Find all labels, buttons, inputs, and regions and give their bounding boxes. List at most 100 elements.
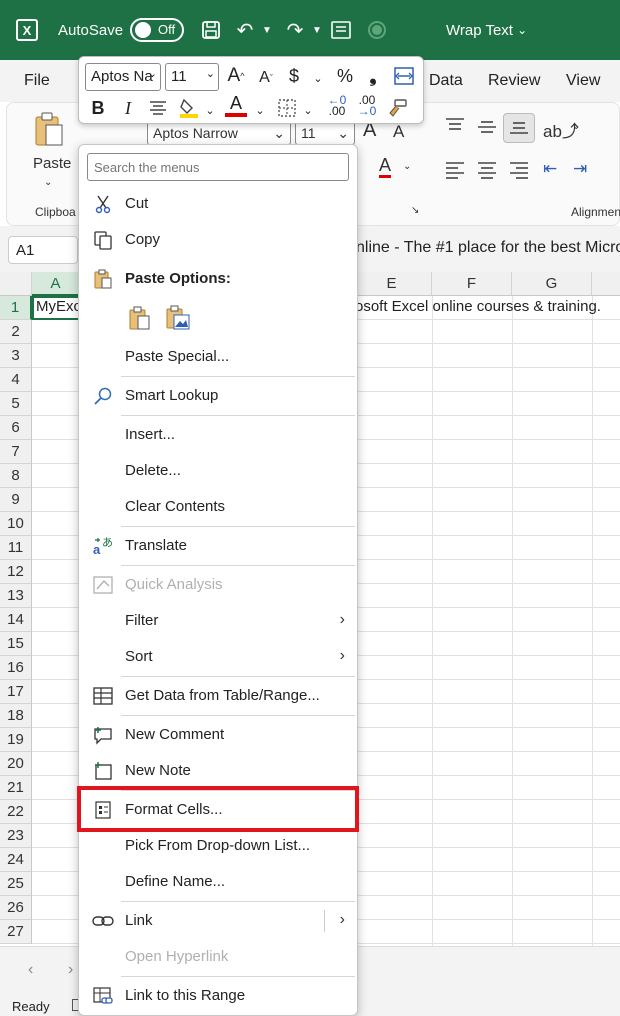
- row-header[interactable]: 13: [0, 584, 32, 608]
- redo-icon[interactable]: ↷: [282, 0, 308, 60]
- redo-chevron-down-icon[interactable]: ▼: [312, 0, 322, 60]
- row-header[interactable]: 25: [0, 872, 32, 896]
- row-header[interactable]: 22: [0, 800, 32, 824]
- decrease-font-size-icon[interactable]: Aˇ: [255, 65, 277, 91]
- mini-font-name-dropdown[interactable]: Aptos Na ⌄: [85, 63, 161, 91]
- row-header[interactable]: 4: [0, 368, 32, 392]
- menu-item-copy[interactable]: Copy: [79, 223, 357, 257]
- paste-chevron-down-icon[interactable]: ⌄: [44, 177, 52, 188]
- bold-icon[interactable]: B: [89, 95, 107, 121]
- scroll-left-icon[interactable]: ‹: [28, 961, 33, 979]
- tab-data[interactable]: Data: [429, 72, 463, 90]
- ribbon-font-size-dropdown[interactable]: 11 ⌄: [295, 121, 355, 145]
- percent-icon[interactable]: %: [333, 63, 357, 89]
- row-header[interactable]: 27: [0, 920, 32, 944]
- row-header[interactable]: 1: [0, 296, 32, 320]
- middle-align-icon[interactable]: [477, 119, 497, 138]
- record-icon[interactable]: [364, 0, 390, 60]
- align-right-icon[interactable]: [509, 161, 529, 182]
- increase-font-size-icon[interactable]: A ^: [225, 63, 247, 89]
- ribbon-font-name-dropdown[interactable]: Aptos Narrow ⌄: [147, 121, 291, 145]
- menu-item-translate[interactable]: aあ Translate: [79, 529, 357, 563]
- row-header[interactable]: 23: [0, 824, 32, 848]
- menu-item-clear-contents[interactable]: Clear Contents: [79, 490, 357, 524]
- column-header-g[interactable]: G: [512, 272, 592, 296]
- row-header[interactable]: 7: [0, 440, 32, 464]
- menu-item-new-note[interactable]: New Note: [79, 754, 357, 788]
- row-header[interactable]: 8: [0, 464, 32, 488]
- paste-big-icon[interactable]: [33, 111, 65, 152]
- orientation-chevron-icon[interactable]: ⌄: [572, 121, 580, 132]
- name-box[interactable]: A1: [8, 236, 78, 264]
- save-icon[interactable]: [198, 0, 224, 60]
- fill-color-chevron-down-icon[interactable]: ⌄: [203, 97, 217, 123]
- decrease-font-icon[interactable]: A: [393, 122, 404, 142]
- increase-decimal-icon[interactable]: ←0.00: [323, 93, 351, 119]
- currency-icon[interactable]: $: [285, 63, 303, 89]
- menu-item-cut[interactable]: Cut: [79, 187, 357, 221]
- undo-chevron-down-icon[interactable]: ▼: [262, 0, 272, 60]
- undo-icon[interactable]: ↶: [232, 0, 258, 60]
- row-header[interactable]: 10: [0, 512, 32, 536]
- row-header[interactable]: 9: [0, 488, 32, 512]
- font-color-chevron-down-icon[interactable]: ⌄: [253, 97, 267, 123]
- row-header[interactable]: 26: [0, 896, 32, 920]
- menu-item-get-data[interactable]: Get Data from Table/Range...: [79, 679, 357, 713]
- select-all-corner[interactable]: [0, 272, 32, 296]
- fill-color-icon[interactable]: [177, 95, 201, 121]
- mini-font-size-dropdown[interactable]: 11 ⌄: [165, 63, 219, 91]
- font-dialog-launcher-icon[interactable]: ↘: [411, 205, 419, 216]
- ribbon-font-color-chevron-icon[interactable]: ⌄: [403, 161, 411, 172]
- top-align-icon[interactable]: [445, 117, 465, 136]
- autosave-toggle[interactable]: Off: [130, 0, 184, 60]
- paste-option-picture-icon[interactable]: [163, 303, 193, 333]
- row-header[interactable]: 3: [0, 344, 32, 368]
- italic-icon[interactable]: I: [119, 95, 137, 121]
- menu-item-sort[interactable]: Sort ›: [79, 640, 357, 674]
- column-header-h[interactable]: [592, 272, 620, 296]
- row-header[interactable]: 19: [0, 728, 32, 752]
- menu-item-new-comment[interactable]: New Comment: [79, 718, 357, 752]
- comma-style-icon[interactable]: ❟: [363, 63, 383, 89]
- menu-item-delete[interactable]: Delete...: [79, 454, 357, 488]
- menu-item-insert[interactable]: Insert...: [79, 418, 357, 452]
- row-header[interactable]: 12: [0, 560, 32, 584]
- tab-file[interactable]: File: [24, 72, 50, 90]
- row-header[interactable]: 14: [0, 608, 32, 632]
- align-center-mini-icon[interactable]: [147, 95, 169, 121]
- row-header[interactable]: 20: [0, 752, 32, 776]
- menu-item-filter[interactable]: Filter ›: [79, 604, 357, 638]
- scroll-right-icon[interactable]: ›: [68, 961, 73, 979]
- ribbon-font-color-icon[interactable]: A: [379, 155, 392, 178]
- tab-review[interactable]: Review: [488, 72, 540, 90]
- borders-chevron-down-icon[interactable]: ⌄: [301, 97, 315, 123]
- menu-item-define-name[interactable]: Define Name...: [79, 865, 357, 899]
- row-header[interactable]: 15: [0, 632, 32, 656]
- format-painter-icon[interactable]: [385, 95, 409, 121]
- menu-item-paste-special[interactable]: Paste Special...: [79, 340, 357, 374]
- menu-item-smart-lookup[interactable]: Smart Lookup: [79, 379, 357, 413]
- row-header[interactable]: 6: [0, 416, 32, 440]
- column-header-f[interactable]: F: [432, 272, 512, 296]
- formula-content[interactable]: nline - The #1 place for the best Micro: [356, 239, 620, 257]
- decrease-decimal-icon[interactable]: .00 →0: [353, 93, 381, 119]
- row-header[interactable]: 5: [0, 392, 32, 416]
- row-header[interactable]: 21: [0, 776, 32, 800]
- align-center-icon[interactable]: [477, 161, 497, 182]
- tab-view[interactable]: View: [566, 72, 600, 90]
- row-header[interactable]: 17: [0, 680, 32, 704]
- menu-search-input[interactable]: [87, 153, 349, 181]
- row-header[interactable]: 18: [0, 704, 32, 728]
- decrease-indent-icon[interactable]: ⇤: [543, 159, 557, 179]
- bottom-align-icon[interactable]: [503, 113, 535, 143]
- paste-label[interactable]: Paste: [33, 155, 71, 172]
- borders-icon[interactable]: [275, 95, 299, 121]
- increase-indent-icon[interactable]: ⇥: [573, 159, 587, 179]
- align-left-icon[interactable]: [445, 161, 465, 182]
- font-color-icon[interactable]: A: [225, 93, 247, 117]
- paste-option-paste-icon[interactable]: [125, 303, 155, 333]
- column-header-a[interactable]: A: [32, 272, 80, 296]
- wrap-text-button[interactable]: Wrap Text ⌄: [446, 0, 527, 60]
- merge-center-icon[interactable]: [391, 63, 417, 89]
- row-header[interactable]: 16: [0, 656, 32, 680]
